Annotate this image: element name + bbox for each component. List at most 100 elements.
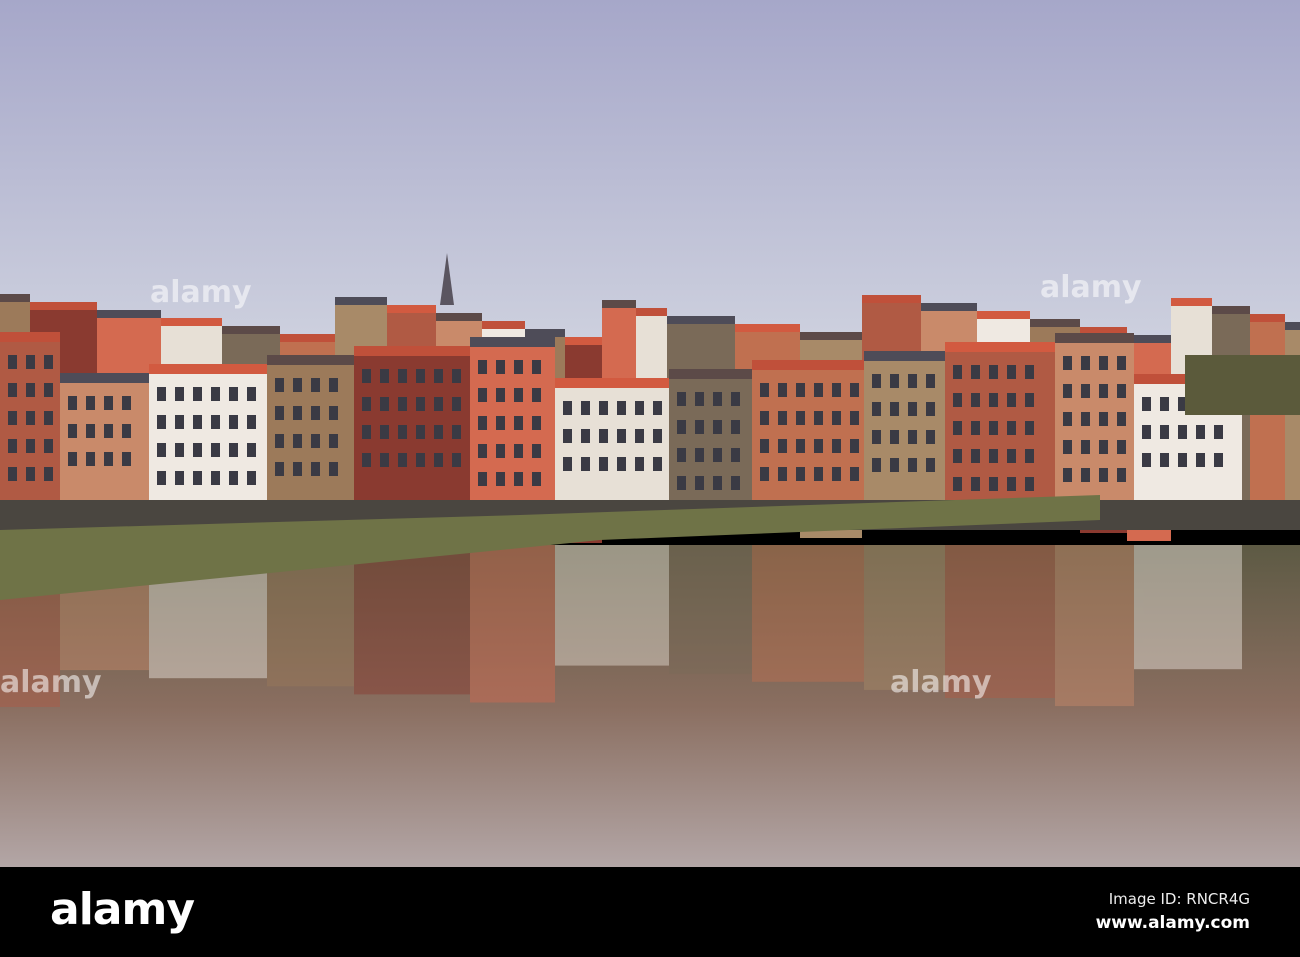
building bbox=[1063, 412, 1072, 426]
building bbox=[247, 387, 256, 401]
building bbox=[452, 369, 461, 383]
building bbox=[514, 360, 523, 374]
building bbox=[872, 430, 881, 444]
building bbox=[60, 373, 149, 383]
building bbox=[434, 397, 443, 411]
building bbox=[872, 458, 881, 472]
building bbox=[669, 545, 752, 674]
building bbox=[731, 448, 740, 462]
building bbox=[532, 416, 541, 430]
building bbox=[532, 360, 541, 374]
building bbox=[872, 402, 881, 416]
building bbox=[735, 324, 800, 332]
building bbox=[677, 476, 686, 490]
building bbox=[796, 467, 805, 481]
building bbox=[1212, 306, 1250, 314]
building bbox=[229, 387, 238, 401]
building bbox=[416, 369, 425, 383]
building bbox=[778, 439, 787, 453]
building bbox=[470, 337, 555, 347]
building bbox=[617, 429, 626, 443]
building bbox=[380, 453, 389, 467]
building bbox=[470, 545, 555, 703]
building bbox=[850, 467, 859, 481]
building bbox=[398, 425, 407, 439]
building bbox=[311, 434, 320, 448]
building bbox=[760, 411, 769, 425]
building bbox=[1178, 453, 1187, 467]
building bbox=[335, 297, 387, 305]
building bbox=[1099, 468, 1108, 482]
building bbox=[832, 467, 841, 481]
stock-photo-page: alamy alamy alamy alamy alamy Image ID: … bbox=[0, 0, 1300, 957]
building bbox=[122, 396, 131, 410]
building bbox=[1025, 393, 1034, 407]
building bbox=[1117, 356, 1126, 370]
building bbox=[926, 430, 935, 444]
building bbox=[1099, 356, 1108, 370]
building bbox=[8, 439, 17, 453]
building bbox=[380, 425, 389, 439]
building bbox=[44, 355, 53, 369]
building bbox=[496, 360, 505, 374]
footer-bar bbox=[0, 867, 1300, 957]
building bbox=[362, 425, 371, 439]
building bbox=[989, 449, 998, 463]
building bbox=[478, 444, 487, 458]
building bbox=[778, 411, 787, 425]
building bbox=[921, 303, 977, 311]
building bbox=[814, 467, 823, 481]
building bbox=[362, 453, 371, 467]
building bbox=[398, 397, 407, 411]
building bbox=[293, 462, 302, 476]
building bbox=[989, 421, 998, 435]
building bbox=[104, 452, 113, 466]
building bbox=[677, 392, 686, 406]
building bbox=[1025, 421, 1034, 435]
building bbox=[1117, 412, 1126, 426]
watermark: alamy bbox=[1040, 270, 1142, 305]
building bbox=[434, 453, 443, 467]
building bbox=[602, 300, 636, 308]
building bbox=[26, 467, 35, 481]
building bbox=[953, 421, 962, 435]
building bbox=[731, 476, 740, 490]
image-id: Image ID: RNCR4G bbox=[1108, 890, 1250, 908]
building bbox=[329, 378, 338, 392]
building bbox=[1099, 384, 1108, 398]
building bbox=[695, 448, 704, 462]
building bbox=[555, 545, 669, 666]
building bbox=[1055, 545, 1134, 707]
building bbox=[44, 467, 53, 481]
building bbox=[149, 364, 267, 374]
building bbox=[1117, 440, 1126, 454]
building bbox=[97, 310, 161, 318]
building bbox=[953, 477, 962, 491]
building bbox=[211, 387, 220, 401]
building bbox=[193, 387, 202, 401]
building bbox=[1025, 365, 1034, 379]
building bbox=[1025, 449, 1034, 463]
building bbox=[398, 453, 407, 467]
building bbox=[452, 453, 461, 467]
building bbox=[971, 421, 980, 435]
building bbox=[434, 369, 443, 383]
building bbox=[311, 378, 320, 392]
building bbox=[599, 457, 608, 471]
building bbox=[617, 401, 626, 415]
building bbox=[122, 452, 131, 466]
building bbox=[599, 401, 608, 415]
building bbox=[1081, 384, 1090, 398]
building bbox=[908, 374, 917, 388]
building bbox=[953, 393, 962, 407]
building bbox=[8, 355, 17, 369]
building bbox=[280, 334, 335, 342]
building bbox=[26, 439, 35, 453]
building bbox=[478, 472, 487, 486]
building bbox=[229, 415, 238, 429]
building bbox=[635, 457, 644, 471]
building bbox=[695, 476, 704, 490]
building bbox=[1081, 356, 1090, 370]
building bbox=[599, 429, 608, 443]
building bbox=[175, 387, 184, 401]
